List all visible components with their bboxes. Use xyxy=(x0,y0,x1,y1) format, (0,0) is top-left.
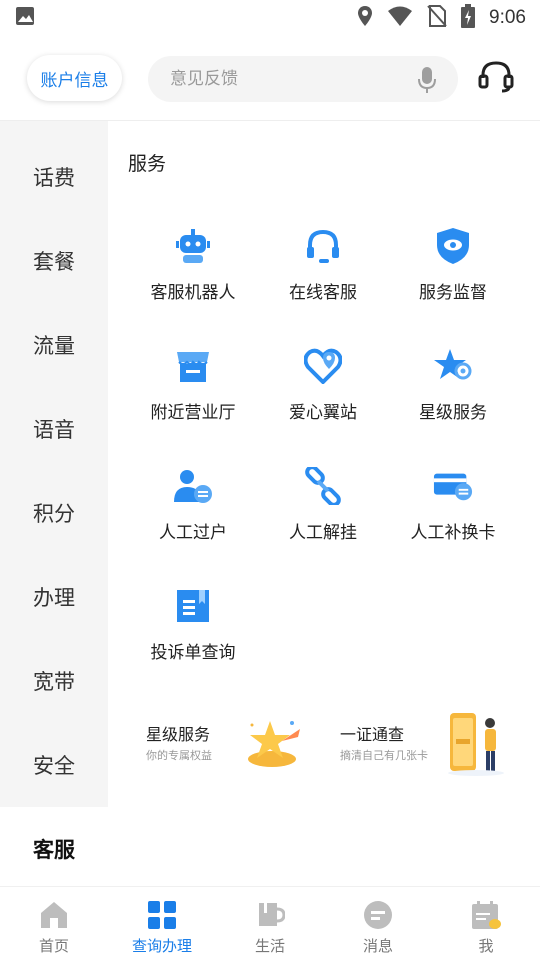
promo-title: 一证通查 xyxy=(340,725,405,744)
service-label: 人工过户 xyxy=(159,523,227,543)
robot-icon xyxy=(173,226,213,266)
service-love-station[interactable]: 爱心翼站 xyxy=(258,346,388,446)
status-bar: 9:06 xyxy=(0,0,540,36)
nav-label: 消息 xyxy=(362,937,393,955)
phone-person-illustration xyxy=(446,709,508,781)
nav-label: 首页 xyxy=(38,937,69,955)
service-label: 附近营业厅 xyxy=(150,403,236,423)
image-notification-icon xyxy=(14,5,36,31)
nav-messages[interactable]: 消息 xyxy=(324,887,432,960)
service-robot[interactable]: 客服机器人 xyxy=(128,226,258,326)
service-label: 客服机器人 xyxy=(150,283,236,303)
service-card-replacement[interactable]: 人工补换卡 xyxy=(388,466,518,566)
no-sim-icon xyxy=(427,5,447,31)
sidebar-item-kefu[interactable]: 客服 xyxy=(0,807,108,891)
service-label: 人工补换卡 xyxy=(410,523,496,543)
calendar-sign-in-icon xyxy=(470,899,502,931)
sidebar-item-taocan[interactable]: 套餐 xyxy=(0,219,108,303)
service-star-service[interactable]: 星级服务 xyxy=(388,346,518,446)
sidebar-item-huafei[interactable]: 话费 xyxy=(0,135,108,219)
battery-charging-icon xyxy=(461,4,476,32)
cup-icon xyxy=(254,899,286,931)
unlink-icon xyxy=(303,466,343,506)
nav-home[interactable]: 首页 xyxy=(0,887,108,960)
wifi-icon xyxy=(387,5,413,31)
customer-service-headset-icon[interactable] xyxy=(478,60,514,98)
service-label: 服务监督 xyxy=(419,283,487,303)
card-swap-icon xyxy=(433,466,473,506)
section-title: 服务 xyxy=(128,153,167,175)
service-label: 爱心翼站 xyxy=(289,403,357,423)
service-online-support[interactable]: 在线客服 xyxy=(258,226,388,326)
sidebar-item-jifen[interactable]: 积分 xyxy=(0,471,108,555)
headset-icon xyxy=(303,226,343,266)
service-manual-unlink[interactable]: 人工解挂 xyxy=(258,466,388,566)
grid-icon xyxy=(146,899,178,931)
promo-subtitle: 你的专属权益 xyxy=(146,749,212,762)
bottom-navigation: 首页 查询办理 生活 消息 我 xyxy=(0,886,540,960)
shield-eye-icon xyxy=(433,226,473,266)
sidebar-item-banli[interactable]: 办理 xyxy=(0,555,108,639)
service-supervision[interactable]: 服务监督 xyxy=(388,226,518,326)
account-info-button[interactable]: 账户信息 xyxy=(27,55,122,101)
promo-subtitle: 摘清自己有几张卡 xyxy=(340,749,428,762)
location-icon xyxy=(357,5,373,31)
home-icon xyxy=(38,899,70,931)
service-complaint-query[interactable]: 投诉单查询 xyxy=(128,586,258,686)
star-icon xyxy=(433,346,473,386)
service-label: 人工解挂 xyxy=(289,523,357,543)
nav-label: 生活 xyxy=(254,937,285,955)
sidebar-item-kuandai[interactable]: 宽带 xyxy=(0,639,108,723)
service-manual-transfer[interactable]: 人工过户 xyxy=(128,466,258,566)
promo-id-check[interactable]: 一证通查 摘清自己有几张卡 xyxy=(322,707,518,787)
heart-pin-icon xyxy=(303,346,343,386)
nav-query[interactable]: 查询办理 xyxy=(108,887,216,960)
sidebar-item-yuyin[interactable]: 语音 xyxy=(0,387,108,471)
main-content: 服务 客服机器人 在线客服 服务监督 附近营业厅 爱心翼站 星级服务 人工过户 … xyxy=(108,121,540,886)
message-icon xyxy=(362,899,394,931)
nav-life[interactable]: 生活 xyxy=(216,887,324,960)
gold-star-illustration xyxy=(242,717,304,773)
service-label: 星级服务 xyxy=(419,403,487,423)
user-transfer-icon xyxy=(173,466,213,506)
document-icon xyxy=(173,586,213,626)
nav-label: 我 xyxy=(478,937,494,955)
promo-star-service[interactable]: 星级服务 你的专属权益 xyxy=(128,707,310,787)
nav-me[interactable]: 我 xyxy=(432,887,540,960)
category-sidebar: 话费 套餐 流量 语音 积分 办理 宽带 安全 客服 xyxy=(0,121,108,891)
service-label: 在线客服 xyxy=(289,283,357,303)
sidebar-item-liuliang[interactable]: 流量 xyxy=(0,303,108,387)
store-icon xyxy=(173,346,213,386)
search-input[interactable] xyxy=(170,69,400,89)
promo-title: 星级服务 xyxy=(146,725,211,744)
sidebar-item-anquan[interactable]: 安全 xyxy=(0,723,108,807)
status-time: 9:06 xyxy=(489,7,526,28)
service-label: 投诉单查询 xyxy=(150,643,236,663)
service-nearby-store[interactable]: 附近营业厅 xyxy=(128,346,258,446)
search-bar[interactable] xyxy=(148,56,458,102)
nav-label: 查询办理 xyxy=(131,937,192,955)
microphone-icon[interactable] xyxy=(418,66,436,98)
header: 账户信息 xyxy=(0,36,540,120)
